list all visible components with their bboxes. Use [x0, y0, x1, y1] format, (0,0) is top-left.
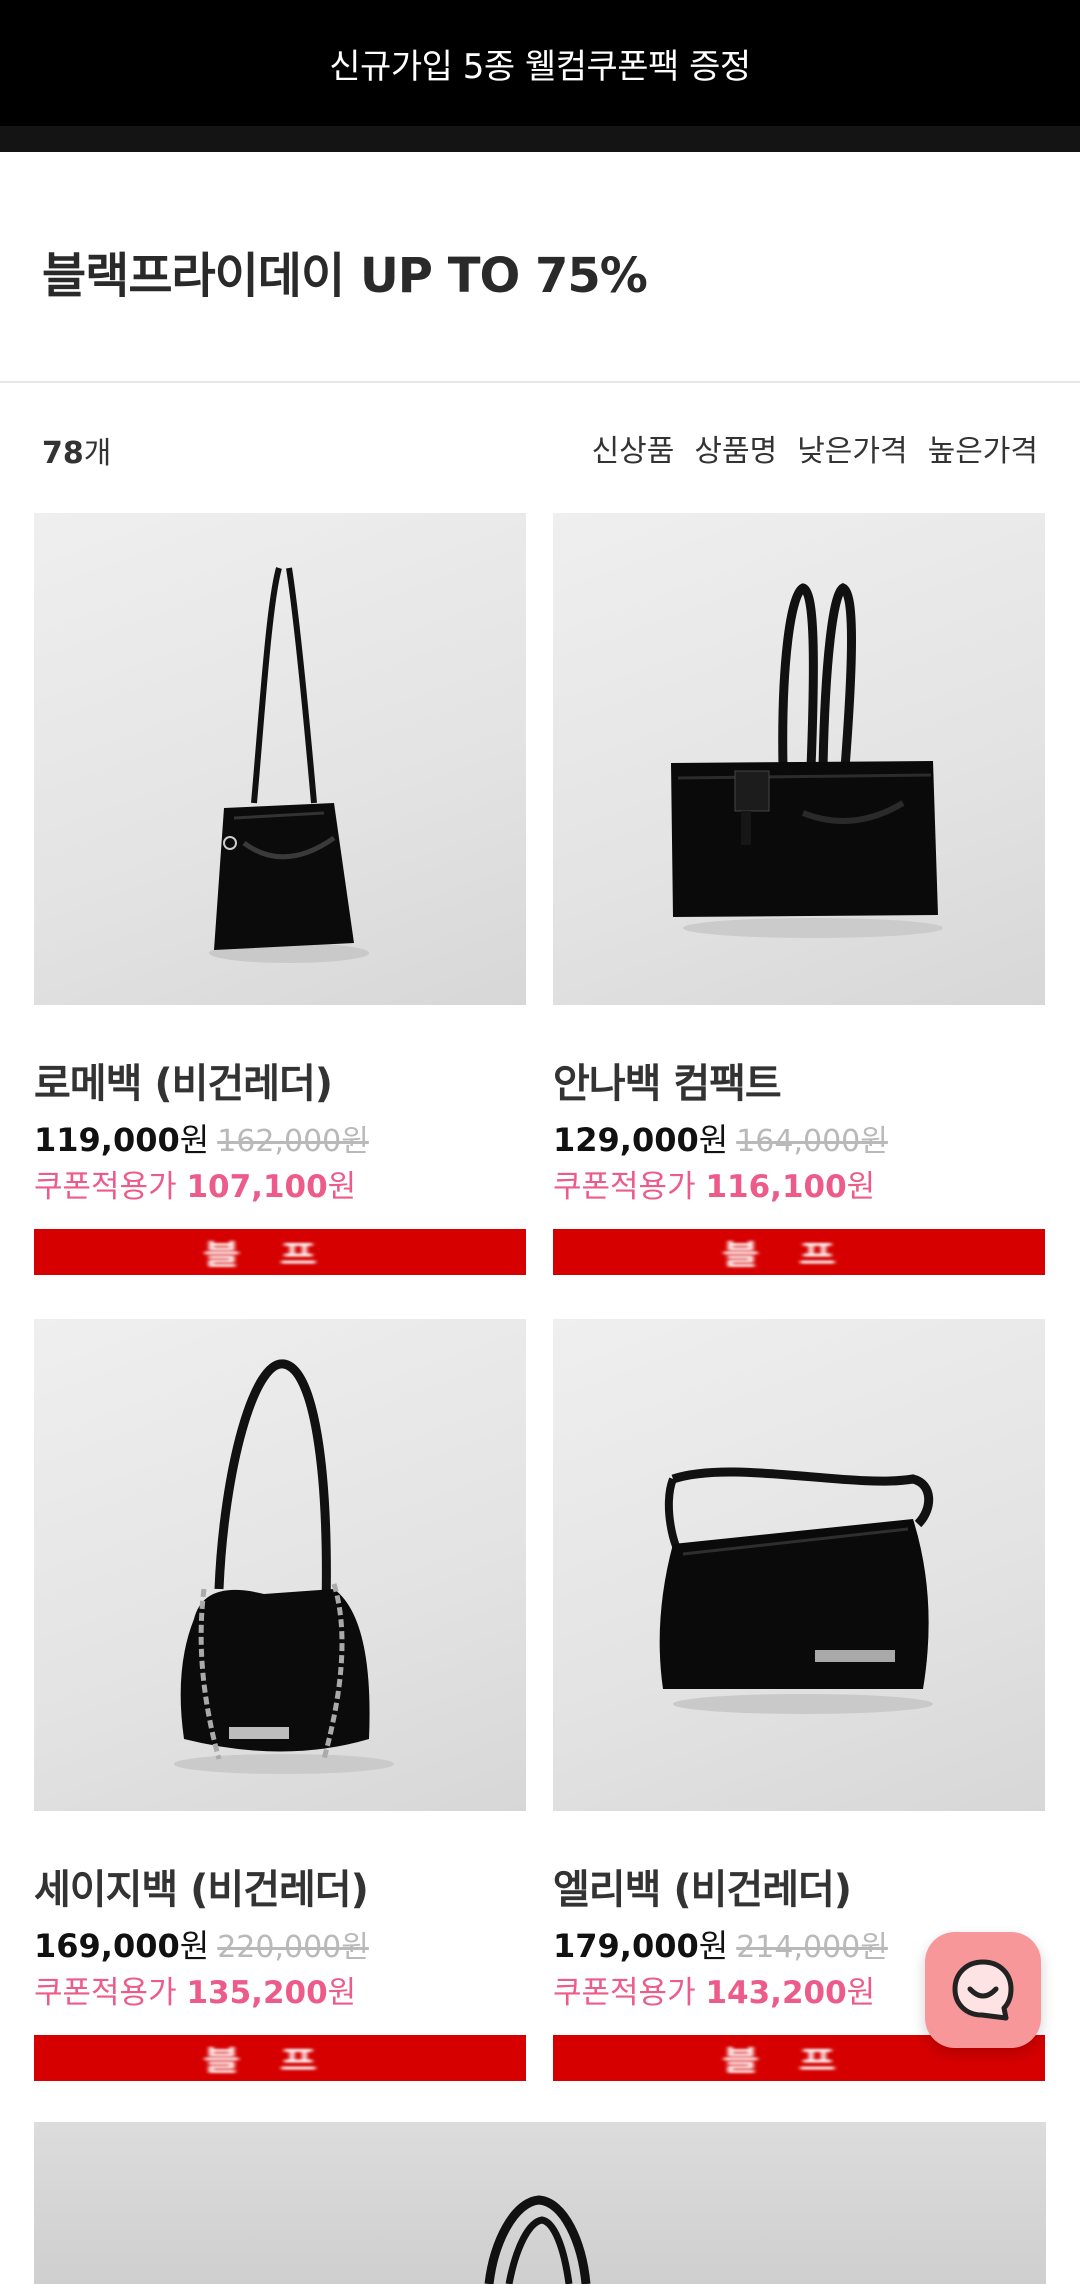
product-count-value: 78 — [42, 436, 84, 471]
product-count: 78개 — [42, 428, 111, 472]
sort-price-low[interactable]: 낮은가격 — [797, 426, 907, 470]
black-friday-badge: 블프 — [34, 1229, 526, 1275]
chat-button[interactable] — [925, 1932, 1041, 2048]
badge-text: 블프 — [722, 1238, 876, 1271]
coupon-unit: 원 — [327, 1975, 357, 2011]
product-image-chain-hobo-bag[interactable] — [34, 1319, 526, 1811]
original-price: 164,000원 — [736, 1124, 888, 1159]
coupon-unit: 원 — [846, 1169, 876, 1205]
coupon-price-row: 쿠폰적용가 116,100원 — [553, 1161, 1045, 1205]
original-price: 220,000원 — [217, 1930, 369, 1965]
product-price: 179,000 — [553, 1927, 699, 1965]
product-name[interactable]: 로메백 (비건레더) — [34, 1051, 526, 1107]
product-count-unit: 개 — [83, 436, 112, 471]
coupon-label: 쿠폰적용가 — [553, 1975, 696, 2011]
page-title: 블랙프라이데이 UP TO 75% — [42, 248, 648, 304]
product-name[interactable]: 세이지백 (비건레더) — [34, 1857, 526, 1913]
top-banner-divider — [0, 126, 1080, 152]
product-image-tote-bag-wide[interactable] — [553, 513, 1045, 1005]
price-unit: 원 — [698, 1927, 729, 1965]
black-friday-badge: 블프 — [553, 1229, 1045, 1275]
top-promo-text: 신규가입 5종 웰컴쿠폰팩 증정 — [329, 46, 751, 87]
product-card[interactable]: 세이지백 (비건레더) 169,000원 220,000원 쿠폰적용가 135,2… — [34, 1319, 526, 2081]
product-name[interactable]: 안나백 컴팩트 — [553, 1051, 1045, 1107]
product-image-tote-bag-tall[interactable] — [34, 513, 526, 1005]
sort-newest[interactable]: 신상품 — [592, 426, 675, 470]
product-image-flap-shoulder-bag[interactable] — [553, 1319, 1045, 1811]
sort-name[interactable]: 상품명 — [694, 426, 777, 470]
badge-text: 블프 — [722, 2044, 876, 2077]
coupon-label: 쿠폰적용가 — [553, 1169, 696, 1205]
product-card[interactable]: 로메백 (비건레더) 119,000원 162,000원 쿠폰적용가 107,10… — [34, 513, 526, 1275]
product-price-row: 119,000원 162,000원 — [34, 1115, 526, 1159]
price-unit: 원 — [179, 1121, 210, 1159]
badge-text: 블프 — [203, 1238, 357, 1271]
price-unit: 원 — [179, 1927, 210, 1965]
product-price: 119,000 — [34, 1121, 180, 1159]
chat-bubble-icon — [952, 1959, 1014, 2021]
sort-options: 신상품 상품명 낮은가격 높은가격 — [592, 426, 1038, 470]
sort-price-high[interactable]: 높은가격 — [928, 426, 1038, 470]
coupon-price-row: 쿠폰적용가 135,200원 — [34, 1967, 526, 2011]
badge-text: 블프 — [203, 2044, 357, 2077]
product-card[interactable]: 안나백 컴팩트 129,000원 164,000원 쿠폰적용가 116,100원 … — [553, 513, 1045, 1275]
coupon-price: 116,100 — [705, 1169, 847, 1205]
original-price: 214,000원 — [736, 1930, 888, 1965]
top-promo-banner[interactable]: 신규가입 5종 웰컴쿠폰팩 증정 — [0, 0, 1080, 126]
coupon-price-row: 쿠폰적용가 107,100원 — [34, 1161, 526, 1205]
product-price-row: 129,000원 164,000원 — [553, 1115, 1045, 1159]
coupon-price: 143,200 — [705, 1975, 847, 2011]
coupon-label: 쿠폰적용가 — [34, 1169, 177, 1205]
coupon-price: 107,100 — [186, 1169, 328, 1205]
product-name[interactable]: 엘리백 (비건레더) — [553, 1857, 1045, 1913]
coupon-label: 쿠폰적용가 — [34, 1975, 177, 2011]
original-price: 162,000원 — [217, 1124, 369, 1159]
coupon-unit: 원 — [327, 1169, 357, 1205]
product-price-row: 169,000원 220,000원 — [34, 1921, 526, 1965]
product-price: 129,000 — [553, 1121, 699, 1159]
coupon-price: 135,200 — [186, 1975, 328, 2011]
product-price: 169,000 — [34, 1927, 180, 1965]
section-divider — [0, 381, 1080, 383]
coupon-unit: 원 — [846, 1975, 876, 2011]
product-image-next[interactable] — [34, 2122, 1046, 2284]
black-friday-badge: 블프 — [34, 2035, 526, 2081]
price-unit: 원 — [698, 1121, 729, 1159]
